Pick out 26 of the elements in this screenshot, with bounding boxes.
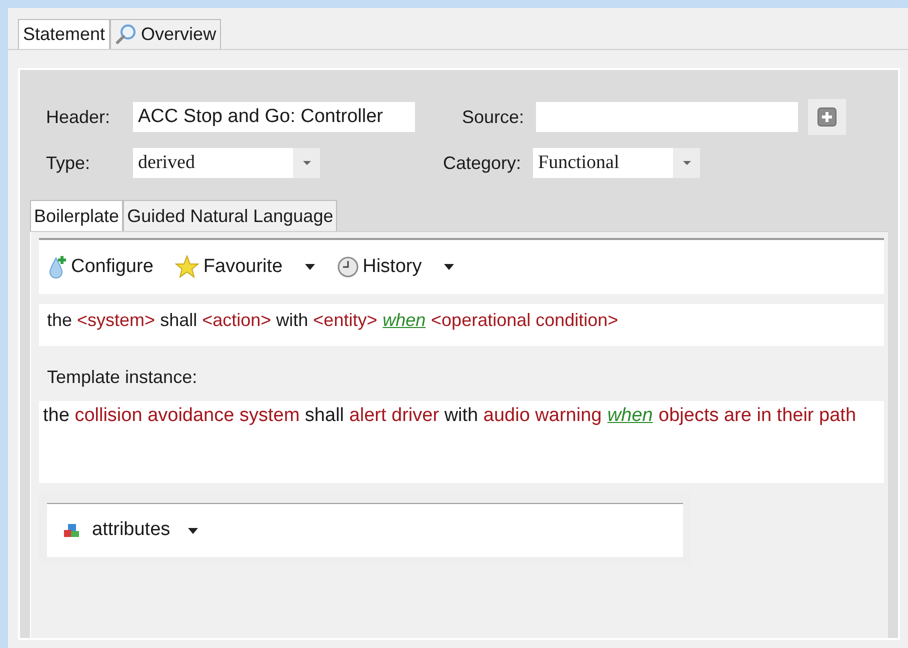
plus-icon (816, 107, 836, 127)
template-instance-text: the collision avoidance system shall alert driver with audio warning when objects are in their path (43, 404, 858, 428)
tab[interactable]: Guided Natural Language (123, 200, 338, 231)
tab[interactable]: Statement (18, 19, 110, 49)
toolbar-button[interactable]: Favourite (175, 252, 315, 282)
input-field[interactable]: ACC Stop and Go: Controller (133, 102, 415, 132)
caret-icon (302, 161, 310, 165)
field-label: Type: (46, 152, 90, 175)
search-icon (115, 23, 138, 45)
attributes-button[interactable]: attributes (63, 516, 198, 545)
field-label: Header: (46, 106, 110, 128)
droplet-icon (47, 255, 67, 279)
toolbar-button[interactable]: History (336, 252, 454, 282)
boilerplate-text: the <system> shall <action> with <entity> when <operational condition> (47, 310, 618, 330)
clock-icon (336, 256, 359, 278)
caret-icon (682, 161, 690, 165)
field-label: Category: (442, 152, 521, 175)
field-label: Source: (462, 106, 524, 128)
tab[interactable]: Boilerplate (30, 200, 124, 231)
input-field[interactable] (536, 102, 798, 132)
toolbar-button[interactable]: Configure (47, 252, 154, 282)
blocks-icon (63, 523, 80, 538)
add-button[interactable] (808, 99, 846, 135)
section-label: Template instance: (47, 366, 198, 389)
tab[interactable]: Overview (110, 19, 222, 49)
star-icon (175, 255, 200, 279)
